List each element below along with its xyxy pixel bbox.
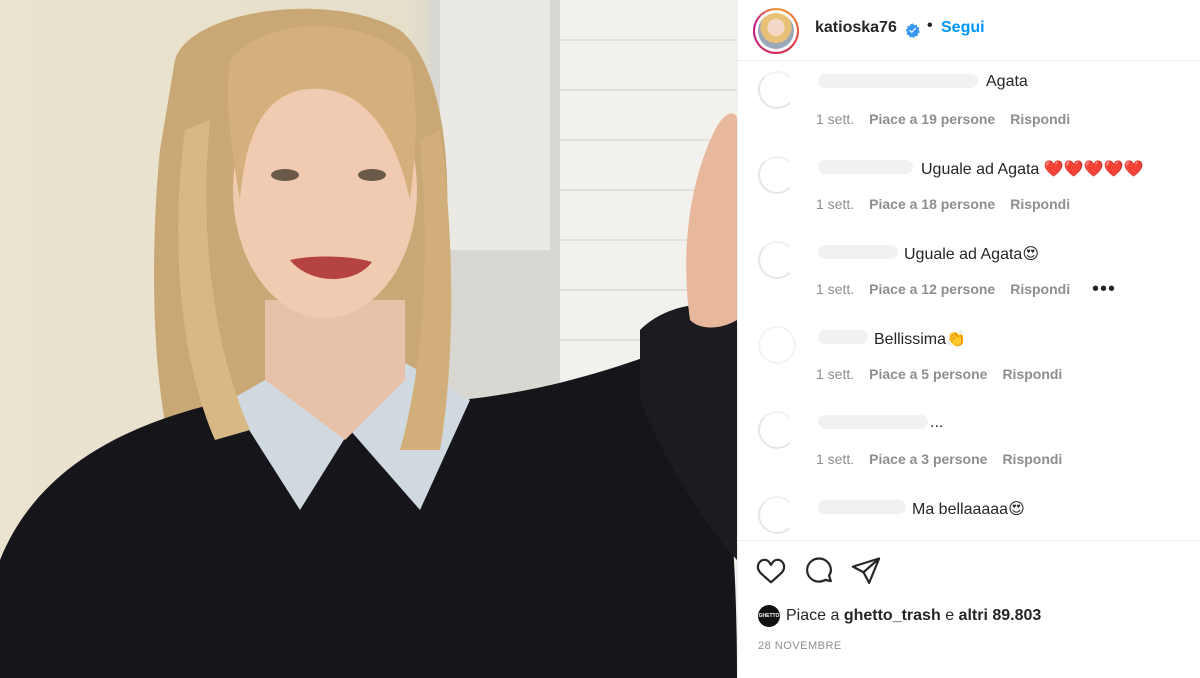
comment-text: Uguale ad Agata ❤️❤️❤️❤️❤️ [921,161,1144,178]
blurred-username [818,245,898,259]
actions-divider [738,540,1200,541]
liker-avatar-text: GHETTO [758,613,780,619]
comment-meta: 1 sett. Piace a 5 persone Rispondi [816,366,1077,382]
comments-list[interactable]: Agata 1 sett. Piace a 19 persone Rispond… [738,62,1200,540]
comment-time[interactable]: 1 sett. [816,196,854,212]
comment-meta: 1 sett. Piace a 18 persone Rispondi [816,196,1085,212]
post-date[interactable]: 28 NOVEMBRE [758,640,842,652]
comment-time[interactable]: 1 sett. [816,281,854,297]
heart-icon[interactable] [756,556,786,586]
comment-icon[interactable] [804,556,834,586]
comment-time[interactable]: 1 sett. [816,451,854,467]
comment-item: ... 1 sett. Piace a 3 persone Rispondi [738,402,1200,487]
comment-item: Uguale ad Agata ❤️❤️❤️❤️❤️ 1 sett. Piace… [738,147,1200,232]
comment-likes[interactable]: Piace a 18 persone [869,196,995,212]
follow-button[interactable]: Segui [941,19,985,37]
comment-meta: 1 sett. Piace a 19 persone Rispondi [816,111,1085,127]
comment-likes[interactable]: Piace a 12 persone [869,281,995,297]
commenter-avatar[interactable] [758,496,796,534]
comment-text: Uguale ad Agata😍 [904,246,1039,263]
likes-middle: e [945,607,955,624]
likes-count[interactable]: altri 89.803 [959,607,1042,624]
likes-summary: Piace a ghetto_trash e altri 89.803 [786,607,1041,625]
comment-text: Agata [986,73,1028,90]
liker-avatar[interactable]: GHETTO [758,605,780,627]
comment-text: Bellissima👏 [874,331,966,348]
comment-text: ... [930,414,944,431]
reply-button[interactable]: Rispondi [1002,366,1062,382]
comment-time[interactable]: 1 sett. [816,366,854,382]
post-sidebar: katioska76 • Segui Agata 1 sett. Piace a… [737,0,1200,678]
blurred-username [818,330,868,344]
blurred-username [818,160,913,174]
comment-text: Ma bellaaaaa😍 [912,501,1025,518]
username-link[interactable]: katioska76 [815,19,897,37]
comment-item: Bellissima👏 1 sett. Piace a 5 persone Ri… [738,317,1200,402]
comment-item: Ma bellaaaaa😍 [738,487,1200,540]
commenter-avatar[interactable] [758,241,796,279]
comment-time[interactable]: 1 sett. [816,111,854,127]
header-separator: • [927,17,933,34]
more-options-icon[interactable]: ••• [1092,278,1116,301]
blurred-username [818,74,978,88]
reply-button[interactable]: Rispondi [1002,451,1062,467]
commenter-avatar[interactable] [758,326,796,364]
send-icon[interactable] [851,556,881,586]
commenter-avatar[interactable] [758,71,796,109]
comment-meta: 1 sett. Piace a 3 persone Rispondi [816,451,1077,467]
comment-likes[interactable]: Piace a 19 persone [869,111,995,127]
verified-badge-icon [905,23,920,38]
reply-button[interactable]: Rispondi [1010,281,1070,297]
likes-prefix: Piace a [786,607,840,624]
comment-item: Agata 1 sett. Piace a 19 persone Rispond… [738,62,1200,147]
comment-item: Uguale ad Agata😍 1 sett. Piace a 12 pers… [738,232,1200,317]
commenter-avatar[interactable] [758,411,796,449]
blurred-username [818,415,928,429]
avatar-image [758,13,794,49]
blurred-username [818,500,906,514]
reply-button[interactable]: Rispondi [1010,196,1070,212]
photo-illustration [0,0,737,678]
commenter-avatar[interactable] [758,156,796,194]
post-header: katioska76 • Segui [738,0,1200,61]
comment-likes[interactable]: Piace a 3 persone [869,451,987,467]
liker-username[interactable]: ghetto_trash [844,607,941,624]
profile-avatar[interactable] [753,8,799,54]
post-photo [0,0,737,678]
reply-button[interactable]: Rispondi [1010,111,1070,127]
comment-meta: 1 sett. Piace a 12 persone Rispondi [816,281,1085,297]
comment-likes[interactable]: Piace a 5 persone [869,366,987,382]
